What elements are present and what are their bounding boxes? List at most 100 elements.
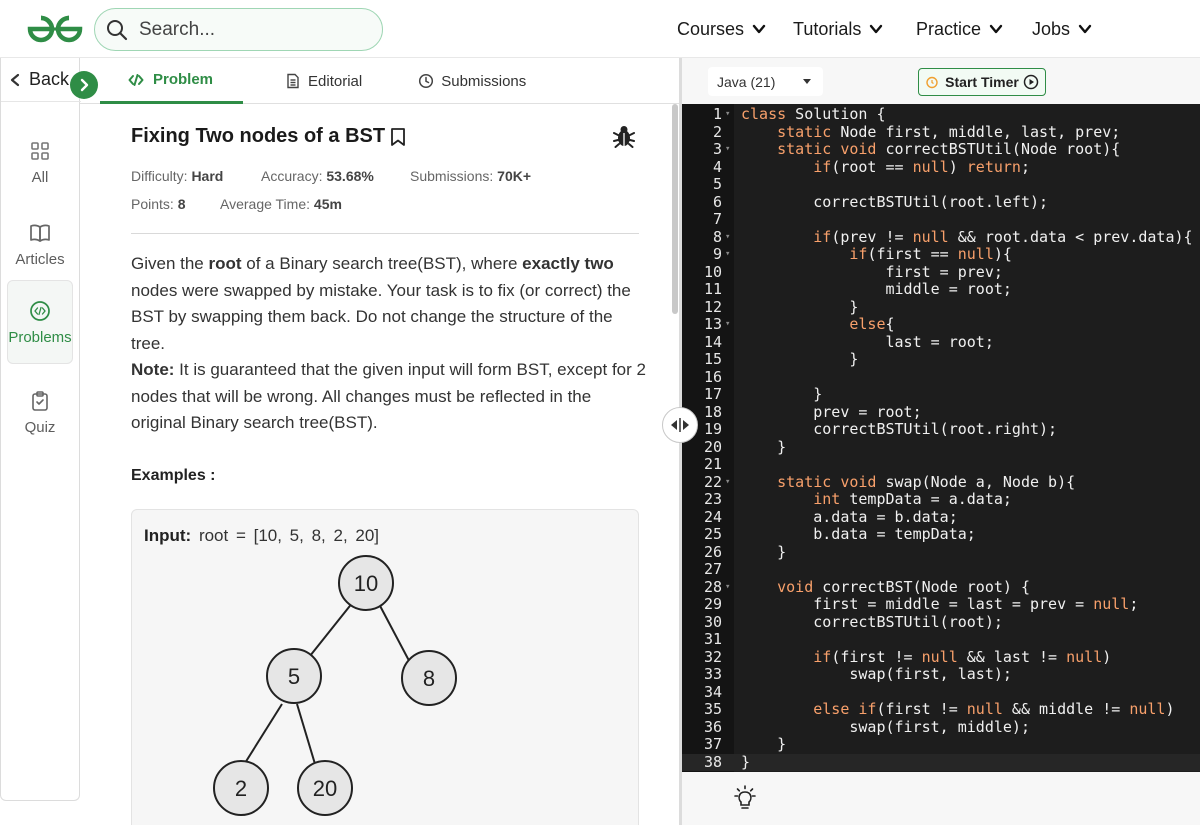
fold-arrow-icon[interactable]: ▾ [725,141,730,159]
nav-practice[interactable]: Practice [916,0,1003,58]
meta-label: Difficulty: [131,168,188,184]
line-number: 1 [712,105,722,123]
code-text: if(first != null && last != null) [813,647,1112,666]
code-line[interactable]: 8 ▾ if(prev != null && root.data < prev.d… [682,228,1200,247]
example-box: Input: root = [10, 5, 8, 2, 20] 10 5 8 2 [131,509,639,825]
code-line[interactable]: 21 [682,455,1200,474]
fold-arrow-icon[interactable]: ▾ [725,316,730,334]
chevron-right-icon [80,78,89,92]
search-box[interactable] [94,8,383,51]
grid-icon [31,141,49,160]
rail-item-all[interactable]: All [7,120,73,204]
bug-report-icon[interactable] [613,124,635,148]
line-number: 28 [703,577,722,596]
problem-scrollbar[interactable] [672,104,678,314]
gfg-logo[interactable] [26,14,84,44]
code-line[interactable]: 28 ▾ void correctBST(Node root) { [682,577,1200,597]
code-line[interactable]: 2 static Node first, middle, last, prev; [682,122,1200,142]
code-line[interactable]: 3 ▾ static void correctBSTUtil(Node root)… [682,140,1200,159]
resize-arrows-icon [671,418,689,432]
resize-handle[interactable] [662,407,698,443]
desc-bold: root [208,254,242,273]
fold-arrow-icon[interactable]: ▾ [725,579,730,597]
code-line[interactable]: 37 } [682,735,1200,754]
code-text: } [741,297,859,316]
nav-courses[interactable]: Courses [677,0,766,58]
line-number: 20 [703,437,722,456]
left-rail: Back All Articles Problems Quiz [0,58,81,801]
code-line[interactable]: 10 first = prev; [682,263,1200,282]
rail-item-articles[interactable]: Articles [7,202,73,286]
code-line[interactable]: 1 ▾ class Solution { [682,105,1200,124]
code-line[interactable]: 16 [682,368,1200,387]
code-text: if(root == null) return; [813,157,1030,176]
expand-panel-button[interactable] [70,71,98,99]
nav-tutorials[interactable]: Tutorials [793,0,883,58]
nav-jobs[interactable]: Jobs [1032,0,1092,58]
code-line[interactable]: 14 last = root; [682,332,1200,352]
code-line[interactable]: 24 a.data = b.data; [682,508,1200,527]
tree-node-label: 10 [354,571,378,596]
code-line[interactable]: 6 correctBSTUtil(root.left); [682,193,1200,212]
rail-item-problems[interactable]: Problems [7,280,73,364]
back-button[interactable]: Back [1,58,81,102]
code-line[interactable]: 26 } [682,543,1200,562]
lightbulb-icon[interactable] [732,784,758,812]
fold-arrow-icon[interactable]: ▾ [725,106,730,124]
code-line[interactable]: 36 swap(first, middle); [682,717,1200,737]
line-number: 35 [703,700,722,718]
code-editor[interactable]: 1 ▾ class Solution {2 static Node first, m… [682,104,1200,772]
code-text: middle = root; [741,280,1012,298]
fold-arrow-icon[interactable]: ▾ [725,246,730,264]
code-line[interactable]: 12 } [682,297,1200,317]
code-line[interactable]: 30 correctBSTUtil(root); [682,613,1200,632]
bookmark-icon[interactable] [389,127,407,147]
fold-arrow-icon[interactable]: ▾ [725,229,730,247]
language-select[interactable]: Java (21) [708,67,823,96]
meta-value: 8 [177,196,186,212]
code-line[interactable]: 33 swap(first, last); [682,665,1200,684]
code-line[interactable]: 18 prev = root; [682,403,1200,422]
code-line[interactable]: 35 else if(first != null && middle != nu… [682,700,1200,719]
line-number: 2 [712,122,722,141]
code-line[interactable]: 17 } [682,385,1200,404]
fold-arrow-icon[interactable]: ▾ [725,474,730,492]
search-input[interactable] [139,18,359,41]
tab-label: Submissions [441,72,527,90]
code-line[interactable]: 11 middle = root; [682,280,1200,299]
timer-label: Start Timer [945,74,1019,90]
code-line[interactable]: 13 ▾ else{ [682,315,1200,334]
code-line[interactable]: 38} [682,753,1200,771]
code-line[interactable]: 25 b.data = tempData; [682,525,1200,544]
meta-label: Average Time: [220,196,311,212]
rail-item-quiz[interactable]: Quiz [7,370,73,454]
code-line[interactable]: 9 ▾ if(first == null){ [682,245,1200,264]
rail-item-label: Quiz [24,418,56,436]
line-number: 36 [703,717,722,736]
code-line[interactable]: 32 if(first != null && last != null) [682,647,1200,667]
code-line[interactable]: 5 [682,175,1200,194]
code-line[interactable]: 7 [682,210,1200,229]
tab-problem[interactable]: Problem [100,58,244,104]
tab-editorial[interactable]: Editorial [269,58,378,104]
start-timer-button[interactable]: Start Timer [918,68,1046,96]
line-number: 12 [703,297,722,316]
code-line[interactable]: 31 [682,630,1200,649]
code-line[interactable]: 27 [682,560,1200,579]
tree-node-label: 5 [288,664,300,689]
nav-label: Practice [916,18,982,39]
code-line[interactable]: 15 } [682,350,1200,369]
problem-title-text: Fixing Two nodes of a BST [131,125,386,147]
code-line[interactable]: 29 first = middle = last = prev = null; [682,595,1200,614]
tab-submissions[interactable]: Submissions [402,58,542,104]
code-line[interactable]: 4 if(root == null) return; [682,157,1200,177]
rail-item-label: Articles [15,250,65,268]
code-line[interactable]: 23 int tempData = a.data; [682,490,1200,509]
chevron-down-icon [870,24,883,34]
code-line[interactable]: 19 correctBSTUtil(root.right); [682,420,1200,439]
code-line[interactable]: 34 [682,683,1200,702]
code-line[interactable]: 20 } [682,437,1200,457]
code-text: last = root; [741,332,994,351]
code-text: else if(first != null && middle != null) [813,700,1175,718]
code-line[interactable]: 22 ▾ static void swap(Node a, Node b){ [682,473,1200,492]
